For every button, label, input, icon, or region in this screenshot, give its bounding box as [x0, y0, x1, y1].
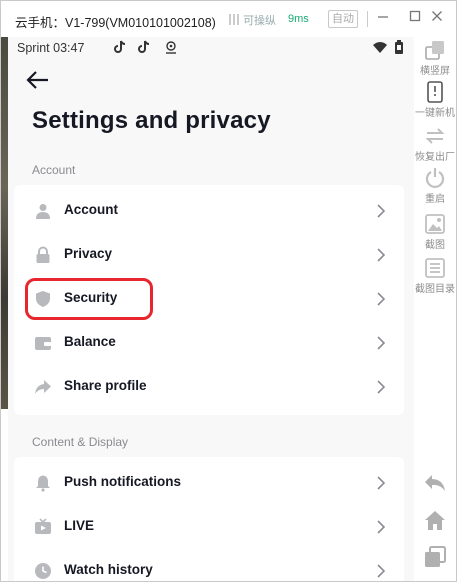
minimize-icon: [378, 16, 388, 18]
toolbar-label: 截图目录: [415, 284, 455, 295]
wallet-icon: [35, 337, 51, 350]
settings-item-label: Balance: [64, 334, 116, 349]
chevron-right-icon: [377, 564, 386, 578]
auto-button[interactable]: 自动: [328, 10, 358, 28]
toolbar-screenshot[interactable]: 截图: [414, 213, 456, 251]
person-icon: [36, 204, 50, 219]
settings-item-label: Security: [64, 290, 118, 305]
control-toggle[interactable]: 可操纵: [228, 12, 276, 28]
settings-item-balance[interactable]: Balance: [14, 321, 404, 365]
page-title: Settings and privacy: [32, 107, 271, 134]
toolbar-label: 截图: [425, 240, 445, 251]
tiktok-notification-icon: [114, 40, 126, 53]
settings-item-label: Privacy: [64, 246, 113, 261]
background-strip: [1, 37, 8, 409]
settings-item-account[interactable]: Account: [14, 189, 404, 233]
chevron-right-icon: [377, 380, 386, 394]
back-icon[interactable]: [423, 471, 447, 495]
maximize-icon: [409, 10, 421, 22]
content-display-card: Push notifications LIVE Watch history: [14, 457, 404, 581]
minimize-button[interactable]: [375, 9, 391, 27]
screenshot-icon: [425, 214, 445, 234]
screenshot-folder-icon: [425, 258, 445, 278]
chevron-right-icon: [377, 476, 386, 490]
clock-icon: [35, 563, 51, 579]
settings-item-share-profile[interactable]: Share profile: [14, 365, 404, 409]
back-arrow-icon[interactable]: [25, 69, 51, 91]
toolbar-new-device[interactable]: 一键新机: [414, 81, 456, 119]
toolbar-restart[interactable]: 重启: [414, 167, 456, 205]
settings-item-watch-history[interactable]: Watch history: [14, 549, 404, 581]
chevron-right-icon: [377, 248, 386, 262]
chevron-right-icon: [377, 292, 386, 306]
toolbar-label: 横竖屏: [420, 66, 450, 77]
section-title-account: Account: [32, 163, 76, 177]
rotate-screen-icon: [425, 41, 444, 60]
phone-screen: Sprint 03:47 Settings and privacy Accoun…: [8, 37, 414, 581]
chevron-right-icon: [377, 520, 386, 534]
carrier-time: Sprint 03:47: [17, 41, 85, 55]
chevron-right-icon: [377, 336, 386, 350]
control-label: 可操纵: [243, 15, 277, 27]
settings-item-label: LIVE: [64, 518, 95, 533]
settings-item-live[interactable]: LIVE: [14, 505, 404, 549]
settings-item-security[interactable]: Security: [14, 277, 404, 321]
new-device-icon: [427, 81, 443, 103]
settings-item-label: Account: [64, 202, 118, 217]
title-bar: 云手机：V1-799(VM010101002108) 可操纵 9ms 自动: [1, 1, 456, 37]
toolbar-label: 重启: [425, 194, 445, 205]
settings-item-push-notifications[interactable]: Push notifications: [14, 461, 404, 505]
section-title-content-display: Content & Display: [32, 435, 129, 449]
background-strip-lower: [1, 409, 8, 581]
settings-item-label: Share profile: [64, 378, 147, 393]
emulator-window: 云手机：V1-799(VM010101002108) 可操纵 9ms 自动 Sp…: [0, 0, 457, 582]
sliders-icon: [229, 14, 239, 25]
toolbar-screenshot-folder[interactable]: 截图目录: [414, 257, 456, 295]
emulator-toolbar: 横竖屏 一键新机 恢复出厂 重启 截图 截图目录: [414, 37, 456, 581]
tiktok-notification-icon: [138, 40, 150, 53]
bell-icon: [36, 475, 50, 492]
chevron-right-icon: [377, 204, 386, 218]
maximize-button[interactable]: [407, 9, 423, 27]
toolbar-label: 一键新机: [415, 108, 455, 119]
factory-reset-icon: [425, 128, 445, 144]
close-icon: [432, 11, 442, 21]
close-button[interactable]: [429, 9, 445, 27]
hotspot-icon: [166, 41, 176, 54]
account-settings-card: Account Privacy Security Balance Share p…: [14, 185, 404, 415]
settings-item-label: Push notifications: [64, 474, 182, 489]
toolbar-label: 恢复出厂: [415, 152, 455, 163]
status-bar: Sprint 03:47: [8, 37, 414, 59]
power-icon: [425, 168, 445, 189]
recent-apps-icon[interactable]: [423, 545, 447, 569]
share-icon: [35, 380, 51, 394]
latency-readout: 9ms: [288, 13, 309, 25]
lock-icon: [36, 246, 50, 263]
shield-icon: [36, 291, 50, 307]
tv-icon: [35, 518, 51, 534]
toolbar-factory-reset[interactable]: 恢复出厂: [414, 125, 456, 163]
home-icon[interactable]: [423, 509, 447, 533]
toolbar-rotate-screen[interactable]: 横竖屏: [414, 39, 456, 77]
wifi-icon: [373, 42, 387, 53]
settings-item-label: Watch history: [64, 562, 153, 577]
battery-icon: [395, 40, 403, 54]
window-title: 云手机：V1-799(VM010101002108): [15, 16, 216, 30]
title-separator: [367, 11, 368, 27]
settings-item-privacy[interactable]: Privacy: [14, 233, 404, 277]
